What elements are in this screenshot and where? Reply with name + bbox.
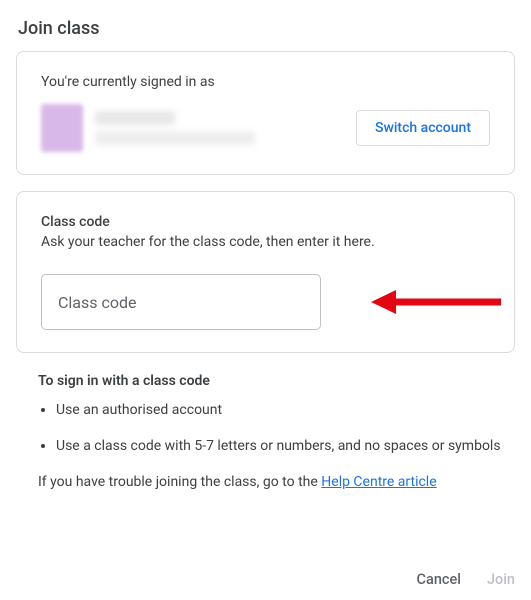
account-text [95,111,255,145]
cancel-button[interactable]: Cancel [417,571,461,588]
info-title: To sign in with a class code [38,373,515,389]
info-block: To sign in with a class code Use an auth… [38,373,515,490]
trouble-text: If you have trouble joining the class, g… [38,474,515,490]
class-code-input[interactable] [41,274,321,330]
info-list: Use an authorised account Use a class co… [38,401,515,456]
account-card: You're currently signed in as Switch acc… [16,51,515,175]
switch-account-button[interactable]: Switch account [356,110,490,146]
footer: Cancel Join [417,571,515,588]
account-info [41,104,255,152]
signed-in-text: You're currently signed in as [41,74,490,90]
help-centre-link[interactable]: Help Centre article [321,474,436,490]
account-row: Switch account [41,104,490,152]
list-item: Use a class code with 5-7 letters or num… [56,437,515,457]
class-code-desc: Ask your teacher for the class code, the… [41,234,490,250]
class-code-label: Class code [41,214,490,230]
avatar [41,104,83,152]
class-code-input-wrap [41,274,490,330]
page-title: Join class [0,0,531,51]
arrow-icon [371,287,501,317]
account-email-redacted [95,131,255,145]
join-button: Join [487,571,515,588]
account-name-redacted [95,111,175,125]
list-item: Use an authorised account [56,401,515,421]
class-code-card: Class code Ask your teacher for the clas… [16,191,515,353]
trouble-prefix: If you have trouble joining the class, g… [38,474,321,490]
